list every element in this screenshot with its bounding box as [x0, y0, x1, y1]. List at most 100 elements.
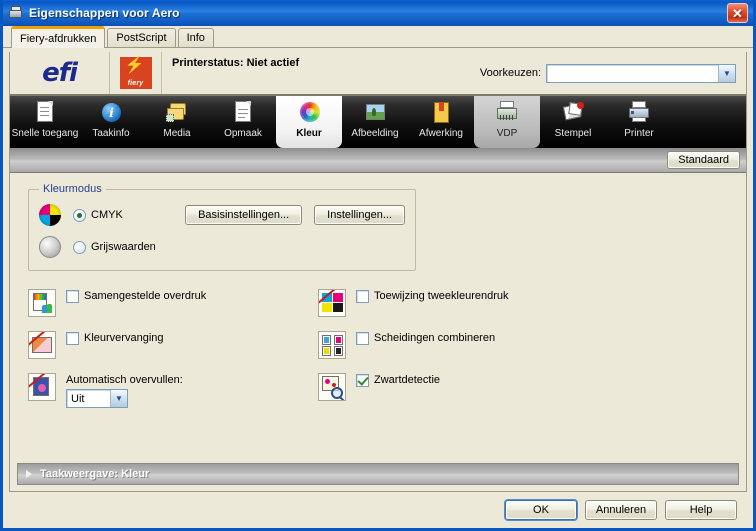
- auto-trapping-dropdown[interactable]: Uit ▼: [66, 389, 128, 408]
- two-color-print-mapping-icon: [318, 289, 346, 317]
- cancel-button[interactable]: Annuleren: [585, 500, 657, 520]
- tab-info[interactable]: Info: [177, 28, 214, 47]
- tab-strip: Fiery-afdrukken PostScript Info: [3, 26, 753, 48]
- close-icon: ✕: [732, 5, 743, 21]
- ok-button[interactable]: OK: [505, 500, 577, 520]
- taakweergave-collapse-bar[interactable]: Taakweergave: Kleur: [17, 463, 739, 485]
- category-label: Printer: [624, 128, 654, 139]
- option-label: Toewijzing tweekleurendruk: [374, 290, 509, 302]
- instellingen-button[interactable]: Instellingen...: [314, 205, 405, 225]
- kleurmodus-title: Kleurmodus: [39, 183, 106, 195]
- book-finishing-icon: [428, 100, 454, 126]
- fiery-logo-wrap: fiery: [110, 52, 162, 94]
- category-afbeelding[interactable]: Afbeelding: [342, 96, 408, 148]
- stamp-icon: [560, 100, 586, 126]
- close-button[interactable]: ✕: [727, 3, 748, 23]
- radio-cmyk-label: CMYK: [91, 209, 123, 221]
- category-label: Snelle toegang: [11, 128, 79, 139]
- category-label: Afbeelding: [351, 128, 399, 139]
- tab-label: PostScript: [116, 32, 167, 44]
- category-afwerking[interactable]: Afwerking: [408, 96, 474, 148]
- category-label: Stempel: [554, 128, 592, 139]
- option-label: Zwartdetectie: [374, 374, 441, 386]
- auto-trapping-icon: [28, 373, 56, 401]
- category-kleur[interactable]: Kleur: [276, 96, 342, 148]
- category-snelle-toegang[interactable]: Snelle toegang: [12, 96, 78, 148]
- fiery-panel: efi fiery Printerstatus: Niet actief Voo…: [9, 52, 747, 492]
- category-opmaak[interactable]: Opmaak: [210, 96, 276, 148]
- spot-color-replace-icon: [28, 331, 56, 359]
- layout-page-icon: [230, 100, 256, 126]
- combine-separations-icon: [318, 331, 346, 359]
- checkbox-kleurvervanging[interactable]: [66, 332, 79, 345]
- category-label: Afwerking: [419, 128, 463, 139]
- kleur-settings-content: Kleurmodus CMYK Basisinstellingen... Ins…: [10, 173, 746, 463]
- defaults-bar: Standaard: [10, 148, 746, 173]
- kleurmodus-groupbox: Kleurmodus CMYK Basisinstellingen... Ins…: [28, 183, 416, 271]
- checkbox-toewijzing-tweekleurendruk[interactable]: [356, 290, 369, 303]
- basisinstellingen-button[interactable]: Basisinstellingen...: [185, 205, 303, 225]
- title-bar: Eigenschappen voor Aero ✕: [3, 0, 753, 26]
- category-iconbar: Snelle toegang i Taakinfo Media Opmaak K…: [10, 96, 746, 148]
- grayscale-sphere-icon: [39, 236, 61, 258]
- category-stempel[interactable]: Stempel: [540, 96, 606, 148]
- kleurmodus-row-cmyk: CMYK Basisinstellingen... Instellingen..…: [39, 202, 405, 228]
- color-options: Samengestelde overdruk Kleurvervanging A…: [28, 289, 732, 415]
- option-label: Kleurvervanging: [84, 332, 164, 344]
- option-zwartdetectie: Zwartdetectie: [318, 373, 608, 415]
- vdp-printer-icon: [494, 100, 520, 126]
- taakweergave-label: Taakweergave: Kleur: [40, 468, 150, 480]
- option-label: Samengestelde overdruk: [84, 290, 207, 302]
- radio-cmyk[interactable]: [73, 208, 86, 222]
- auto-trapping-value: Uit: [71, 392, 85, 405]
- picture-icon: [362, 100, 388, 126]
- option-label: Scheidingen combineren: [374, 332, 496, 344]
- composite-overprint-icon: [28, 289, 56, 317]
- option-scheidingen-combineren: Scheidingen combineren: [318, 331, 608, 373]
- black-detection-icon: [318, 373, 346, 401]
- radio-grijswaarden[interactable]: [73, 240, 86, 254]
- media-stack-icon: [164, 100, 190, 126]
- category-label: Opmaak: [224, 128, 262, 139]
- category-vdp[interactable]: VDP: [474, 96, 540, 148]
- checkbox-scheidingen-combineren[interactable]: [356, 332, 369, 345]
- option-automatisch-overvullen: Automatisch overvullen: Uit ▼: [28, 373, 318, 415]
- tab-fiery-afdrukken[interactable]: Fiery-afdrukken: [11, 26, 106, 48]
- category-label: VDP: [496, 128, 518, 139]
- presets-label: Voorkeuzen:: [479, 67, 541, 79]
- checkbox-zwartdetectie[interactable]: [356, 374, 369, 387]
- radio-grijswaarden-label: Grijswaarden: [91, 241, 156, 253]
- category-label: Kleur: [296, 128, 322, 139]
- chevron-right-icon: [26, 470, 32, 478]
- checkbox-samengestelde-overdruk[interactable]: [66, 290, 79, 303]
- category-printer[interactable]: Printer: [606, 96, 672, 148]
- brand-header: efi fiery Printerstatus: Niet actief Voo…: [10, 52, 746, 96]
- tab-label: Fiery-afdrukken: [20, 32, 97, 45]
- chevron-down-icon: ▼: [718, 64, 735, 82]
- properties-window: Eigenschappen voor Aero ✕ Fiery-afdrukke…: [0, 0, 756, 531]
- option-toewijzing-tweekleurendruk: Toewijzing tweekleurendruk: [318, 289, 608, 331]
- printer-icon: [626, 100, 652, 126]
- printer-status: Printerstatus: Niet actief: [172, 57, 300, 69]
- presets-dropdown[interactable]: ▼: [546, 63, 736, 83]
- category-media[interactable]: Media: [144, 96, 210, 148]
- window-title: Eigenschappen voor Aero: [29, 6, 180, 20]
- option-kleurvervanging: Kleurvervanging: [28, 331, 318, 373]
- fiery-logo-text: fiery: [127, 80, 144, 87]
- options-right-column: Toewijzing tweekleurendruk Scheidingen c…: [318, 289, 608, 415]
- category-label: Taakinfo: [92, 128, 130, 139]
- option-samengestelde-overdruk: Samengestelde overdruk: [28, 289, 318, 331]
- color-wheel-icon: [296, 100, 322, 126]
- tab-postscript[interactable]: PostScript: [107, 28, 176, 47]
- document-quick-access-icon: [32, 100, 58, 126]
- chevron-down-icon: ▼: [110, 390, 127, 407]
- printer-properties-icon: [8, 5, 24, 21]
- help-button[interactable]: Help: [665, 500, 737, 520]
- kleurmodus-row-grijswaarden: Grijswaarden: [39, 234, 405, 260]
- options-left-column: Samengestelde overdruk Kleurvervanging A…: [28, 289, 318, 415]
- cmyk-wheel-icon: [39, 204, 61, 226]
- category-taakinfo[interactable]: i Taakinfo: [78, 96, 144, 148]
- fiery-logo-icon: fiery: [119, 57, 152, 89]
- category-label: Media: [163, 128, 191, 139]
- standaard-button[interactable]: Standaard: [667, 151, 740, 169]
